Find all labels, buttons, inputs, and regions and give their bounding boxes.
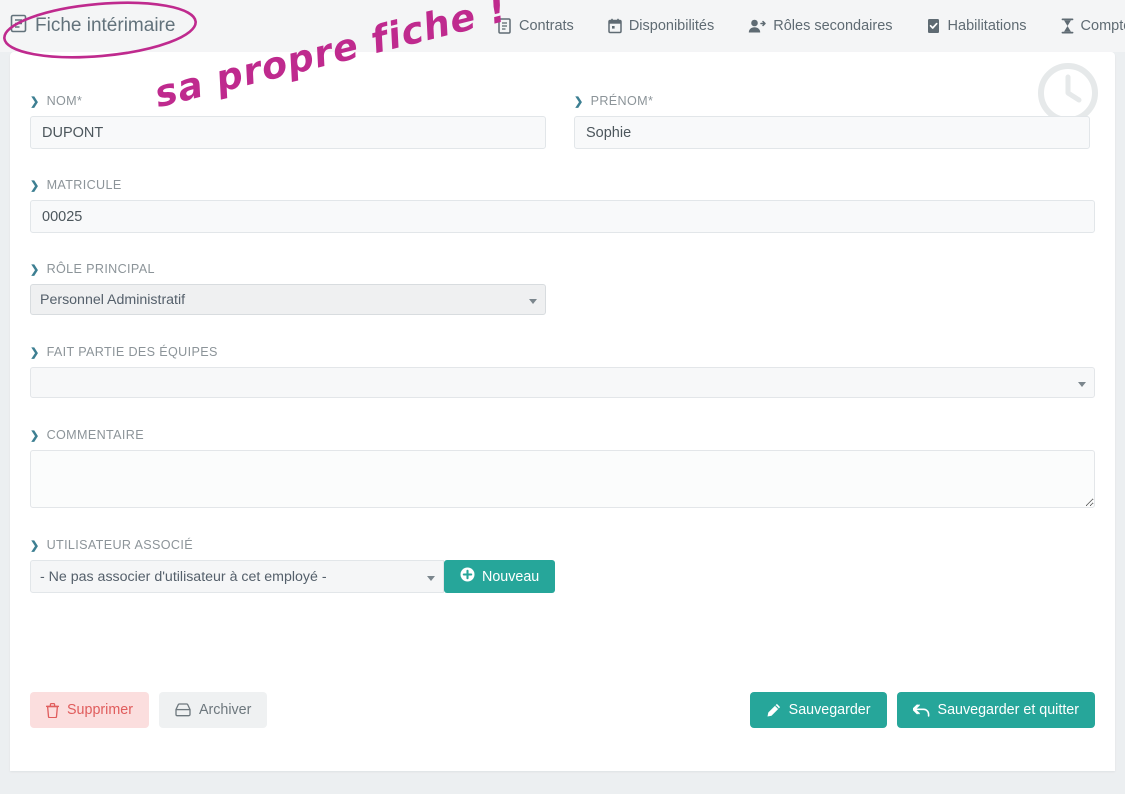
label-text: COMMENTAIRE [46,428,144,442]
nav-item-roles-secondaires[interactable]: Rôles secondaires [748,18,893,34]
label-prenom: ❯ PRÉNOM* [574,94,1090,108]
nav-label: Disponibilités [628,18,715,34]
form-actions: Supprimer Archiver Sauvegarder Sauvegard… [30,692,1095,728]
commentaire-textarea[interactable] [30,450,1095,508]
badge-check-icon [927,18,941,34]
nav-item-compteurs-absence[interactable]: Compteurs d'absence [1061,18,1125,34]
nav-item-habilitations[interactable]: Habilitations [927,18,1027,34]
field-group-equipes: ❯ FAIT PARTIE DES ÉQUIPES [30,345,1095,398]
field-group-matricule: ❯ MATRICULE [30,178,1095,233]
page-title: Fiche intérimaire [10,14,175,39]
label-utilisateur-associe: ❯ UTILISATEUR ASSOCIÉ [30,538,1095,552]
label-text: MATRICULE [46,178,122,192]
save-and-quit-button[interactable]: Sauvegarder et quitter [896,692,1095,728]
archive-button[interactable]: Archiver [158,692,268,728]
chevron-right-icon: ❯ [30,347,40,359]
matricule-input[interactable] [30,200,1095,233]
nav-item-disponibilites[interactable]: Disponibilités [608,18,714,34]
label-text: UTILISATEUR ASSOCIÉ [46,538,193,552]
label-role-principal: ❯ RÔLE PRINCIPAL [30,262,1095,276]
save-and-quit-label: Sauvegarder et quitter [937,702,1079,718]
delete-label: Supprimer [67,702,133,718]
employee-form-card: ❯ NOM* ❯ PRÉNOM* ❯ MATRICULE [10,52,1115,771]
prenom-input[interactable] [574,116,1090,149]
chevron-right-icon: ❯ [30,540,40,552]
archive-icon [175,703,191,717]
field-group-prenom: ❯ PRÉNOM* [574,94,1090,149]
label-nom: ❯ NOM* [30,94,546,108]
nav-label: Rôles secondaires [773,18,893,34]
hourglass-icon [1061,18,1074,34]
chevron-right-icon: ❯ [574,96,584,108]
employee-form: ❯ NOM* ❯ PRÉNOM* ❯ MATRICULE [30,52,1095,593]
label-matricule: ❯ MATRICULE [30,178,1095,192]
reply-icon [912,703,930,718]
field-group-utilisateur-associe: ❯ UTILISATEUR ASSOCIÉ - Ne pas associer … [30,538,1095,593]
nav-label: Contrats [519,18,574,34]
utilisateur-associe-select[interactable]: - Ne pas associer d'utilisateur à cet em… [30,560,444,593]
label-text: NOM* [46,94,83,108]
label-text: RÔLE PRINCIPAL [46,262,155,276]
archive-label: Archiver [198,702,252,718]
label-commentaire: ❯ COMMENTAIRE [30,428,1095,442]
field-group-role-principal: ❯ RÔLE PRINCIPAL Personnel Administratif [30,262,1095,315]
pencil-icon [766,703,781,718]
label-text: PRÉNOM* [590,94,654,108]
chevron-right-icon: ❯ [30,264,40,276]
delete-button[interactable]: Supprimer [30,692,149,728]
label-equipes: ❯ FAIT PARTIE DES ÉQUIPES [30,345,1095,359]
save-label: Sauvegarder [788,702,871,718]
chevron-right-icon: ❯ [30,180,40,192]
field-group-commentaire: ❯ COMMENTAIRE [30,428,1095,508]
nav-label: Habilitations [947,18,1027,34]
user-add-icon [748,18,766,34]
chevron-right-icon: ❯ [30,96,40,108]
calendar-icon [608,18,622,34]
nouveau-utilisateur-button[interactable]: Nouveau [444,560,556,593]
top-header-bar: Fiche intérimaire Contrats Disponibilité… [0,0,1125,52]
nav-label: Compteurs d'absence [1080,18,1125,34]
chevron-right-icon: ❯ [30,430,40,442]
nom-input[interactable] [30,116,546,149]
label-text: FAIT PARTIE DES ÉQUIPES [46,345,218,359]
field-group-nom: ❯ NOM* [30,94,546,149]
top-navigation: Contrats Disponibilités Rôles secondaire… [498,0,1125,52]
save-button[interactable]: Sauvegarder [749,692,887,728]
document-icon [10,14,27,39]
trash-icon [46,702,59,718]
page-title-text: Fiche intérimaire [35,15,176,36]
equipes-multiselect[interactable] [30,367,1095,398]
plus-circle-icon [460,567,475,586]
nouveau-label: Nouveau [482,568,540,585]
nav-item-contrats[interactable]: Contrats [498,18,574,34]
document-icon [498,18,512,34]
role-principal-select[interactable]: Personnel Administratif [30,284,546,315]
